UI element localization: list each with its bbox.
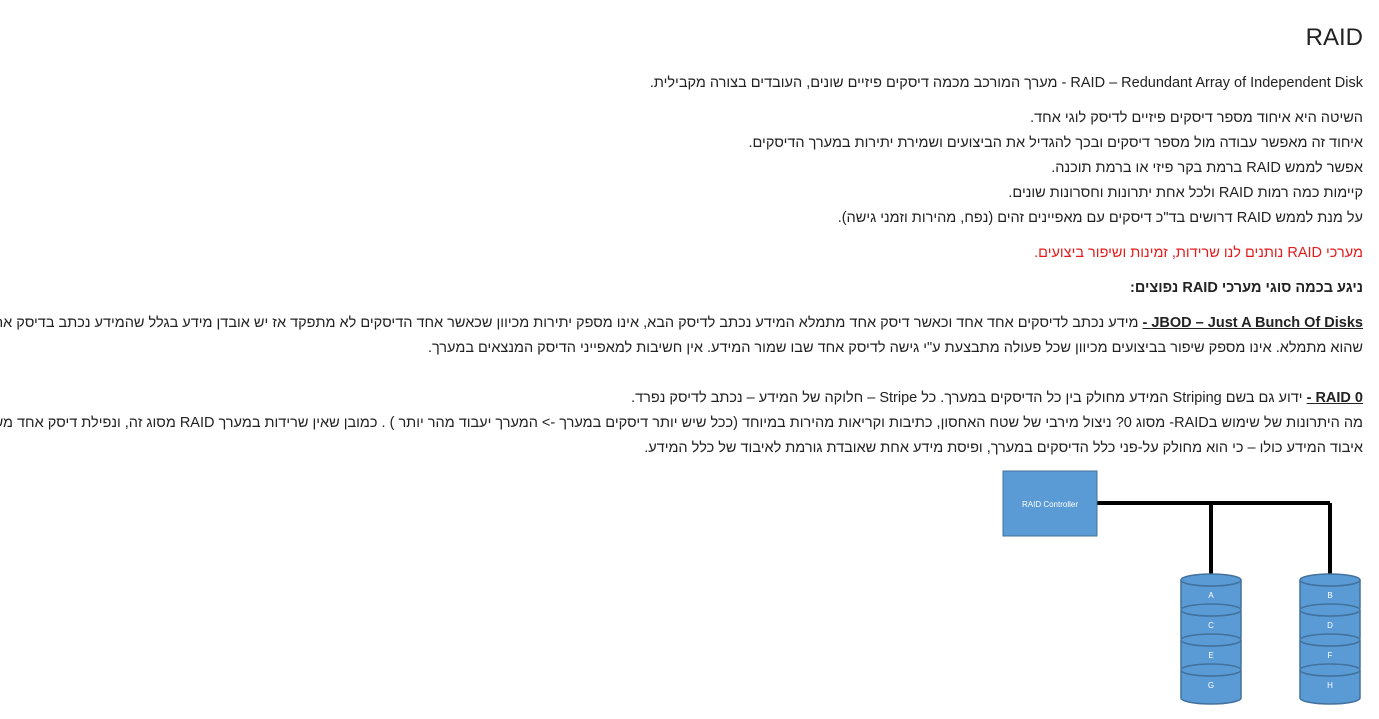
disk-segment-top bbox=[1299, 573, 1361, 587]
disk-segment-label: C bbox=[1208, 621, 1214, 630]
document-page: RAID RAID – Redundant Array of Independe… bbox=[0, 0, 1379, 719]
disk-segment-top bbox=[1180, 663, 1242, 677]
disk-segment-top bbox=[1299, 603, 1361, 617]
disk-stack-2: B D F H bbox=[1299, 573, 1361, 705]
disk-segment-label: H bbox=[1327, 681, 1333, 690]
disk-stack-1: A C E G bbox=[1180, 573, 1242, 705]
disk-segment-label: F bbox=[1328, 651, 1333, 660]
disk-segment-top bbox=[1180, 573, 1242, 587]
disk-segment-label: A bbox=[1208, 591, 1214, 600]
disk-segment-label: E bbox=[1208, 651, 1213, 660]
disk-segment-label: G bbox=[1208, 681, 1214, 690]
disk-segment-top bbox=[1299, 663, 1361, 677]
disk-segment-top bbox=[1180, 603, 1242, 617]
disk-segment-label: D bbox=[1327, 621, 1333, 630]
disk-segment-label: B bbox=[1327, 591, 1332, 600]
disk-segment-top bbox=[1180, 633, 1242, 647]
raid-controller-label: RAID Controller bbox=[1022, 500, 1078, 509]
raid0-diagram: RAID Controller A C E G B D F H bbox=[1002, 470, 1361, 705]
disk-segment-top bbox=[1299, 633, 1361, 647]
